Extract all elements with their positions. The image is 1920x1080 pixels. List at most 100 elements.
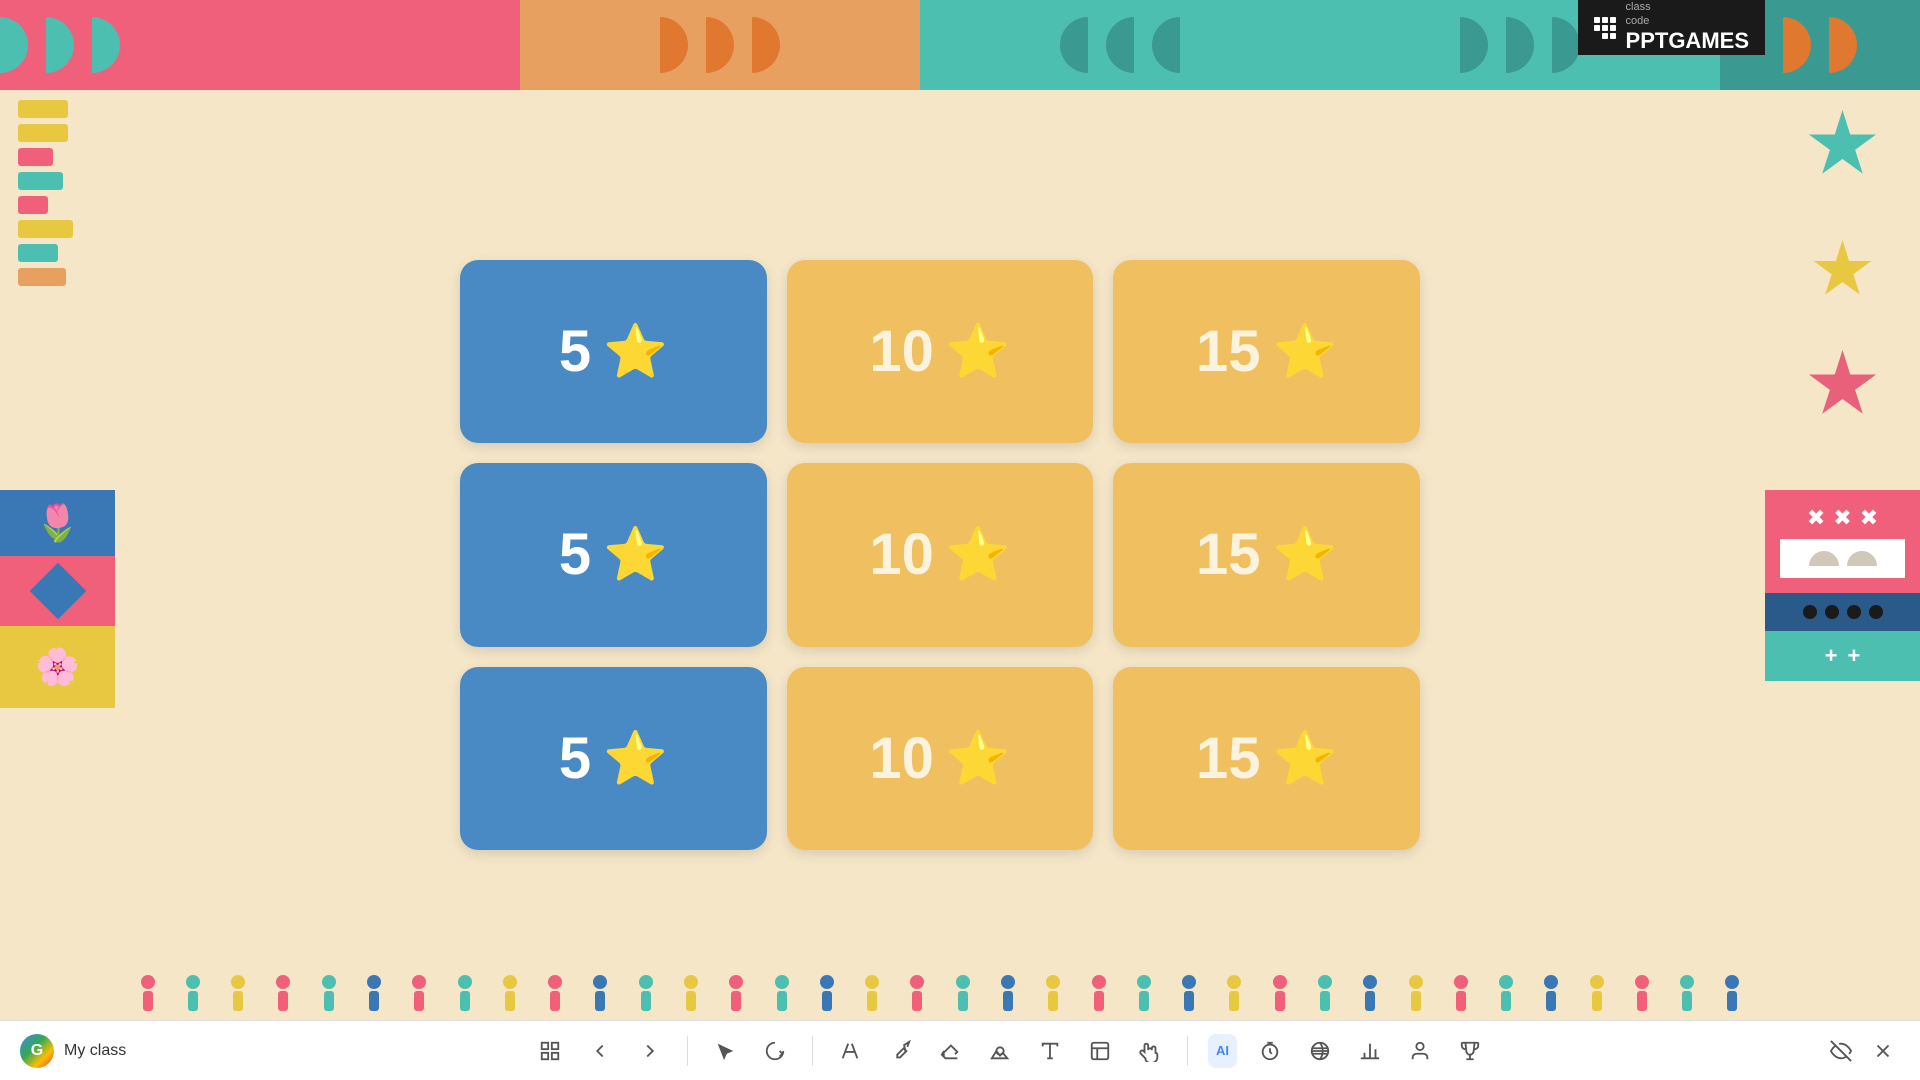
stripe-pink bbox=[18, 148, 53, 166]
person-figure bbox=[133, 975, 162, 1015]
person-figure bbox=[1582, 975, 1611, 1015]
dot bbox=[1847, 605, 1861, 619]
right-pink-section: ✖ ✖ ✖ bbox=[1765, 490, 1920, 593]
person-figure bbox=[1718, 975, 1747, 1015]
person-figure bbox=[314, 975, 343, 1015]
plus-icon: + bbox=[1825, 643, 1838, 669]
card-15-yellow-2[interactable]: 15 ⭐ bbox=[1113, 463, 1420, 646]
card-value: 5 bbox=[559, 725, 591, 792]
grid-view-button[interactable] bbox=[533, 1034, 567, 1068]
my-class-label: My class bbox=[64, 1042, 126, 1060]
card-10-yellow-3[interactable]: 10 ⭐ bbox=[787, 667, 1094, 850]
person-figure bbox=[948, 975, 977, 1015]
star-icon: ⭐ bbox=[1273, 728, 1338, 789]
hand-tool-button[interactable] bbox=[1133, 1034, 1167, 1068]
person-figure bbox=[1627, 975, 1656, 1015]
person-figure bbox=[1310, 975, 1339, 1015]
stripe-peach bbox=[18, 268, 66, 286]
star-icon: ⭐ bbox=[946, 728, 1011, 789]
divider bbox=[812, 1036, 813, 1066]
person-figure bbox=[903, 975, 932, 1015]
top-segment-teal bbox=[920, 0, 1320, 90]
person-figure bbox=[1265, 975, 1294, 1015]
person-figure bbox=[1401, 975, 1430, 1015]
right-half-circles bbox=[1780, 539, 1905, 578]
person-figure bbox=[1356, 975, 1385, 1015]
person-button[interactable] bbox=[1403, 1034, 1437, 1068]
sidebar-yellow-box: 🌸 bbox=[0, 626, 115, 708]
shapes-tool-button[interactable] bbox=[983, 1034, 1017, 1068]
card-5-blue-2[interactable]: 5 ⭐ bbox=[460, 463, 767, 646]
card-15-yellow-3[interactable]: 15 ⭐ bbox=[1113, 667, 1420, 850]
ai-button[interactable]: AI bbox=[1208, 1034, 1237, 1068]
right-panel: ✖ ✖ ✖ + + bbox=[1765, 490, 1920, 681]
card-value: 10 bbox=[869, 521, 934, 588]
card-5-blue-1[interactable]: 5 ⭐ bbox=[460, 260, 767, 443]
back-button[interactable] bbox=[583, 1034, 617, 1068]
timer-button[interactable] bbox=[1253, 1034, 1287, 1068]
card-value: 10 bbox=[869, 318, 934, 385]
card-value: 15 bbox=[1196, 318, 1261, 385]
person-figure bbox=[722, 975, 751, 1015]
hide-button[interactable] bbox=[1824, 1034, 1858, 1068]
person-figure bbox=[541, 975, 570, 1015]
star-icon: ⭐ bbox=[946, 524, 1011, 585]
card-value: 15 bbox=[1196, 521, 1261, 588]
person-figure bbox=[1039, 975, 1068, 1015]
person-figure bbox=[1129, 975, 1158, 1015]
diamond-icon bbox=[29, 563, 86, 620]
person-figure bbox=[1084, 975, 1113, 1015]
close-button[interactable] bbox=[1866, 1034, 1900, 1068]
person-figure bbox=[224, 975, 253, 1015]
person-figure bbox=[269, 975, 298, 1015]
logo-text: classcode PPTGAMES bbox=[1626, 1, 1749, 53]
pen-tool-button[interactable] bbox=[883, 1034, 917, 1068]
taskbar: G My class bbox=[0, 1020, 1920, 1080]
chart-button[interactable] bbox=[1353, 1034, 1387, 1068]
star-icon: ⭐ bbox=[1273, 524, 1338, 585]
card-10-yellow-1[interactable]: 10 ⭐ bbox=[787, 260, 1094, 443]
star-icon: ⭐ bbox=[603, 321, 668, 382]
taskbar-left: G My class bbox=[20, 1034, 220, 1068]
cards-grid: 5 ⭐ 10 ⭐ 15 ⭐ 5 ⭐ 10 ⭐ 15 ⭐ 5 ⭐ 10 bbox=[460, 260, 1420, 850]
cross-icon: ✖ bbox=[1860, 505, 1878, 531]
forward-button[interactable] bbox=[633, 1034, 667, 1068]
card-value: 5 bbox=[559, 318, 591, 385]
divider bbox=[687, 1036, 688, 1066]
taskbar-right bbox=[1800, 1034, 1900, 1068]
stripe-yellow bbox=[18, 100, 68, 118]
person-figure bbox=[1446, 975, 1475, 1015]
person-figure bbox=[767, 975, 796, 1015]
note-button[interactable] bbox=[1083, 1034, 1117, 1068]
dot-row bbox=[1803, 605, 1883, 619]
text-tool-button[interactable] bbox=[833, 1034, 867, 1068]
tulip-icon: 🌷 bbox=[35, 505, 80, 541]
eraser-tool-button[interactable] bbox=[933, 1034, 967, 1068]
card-15-yellow-1[interactable]: 15 ⭐ bbox=[1113, 260, 1420, 443]
globe-button[interactable] bbox=[1303, 1034, 1337, 1068]
person-figure bbox=[405, 975, 434, 1015]
trophy-button[interactable] bbox=[1453, 1034, 1487, 1068]
cursor-tool-button[interactable] bbox=[708, 1034, 742, 1068]
text-insert-button[interactable] bbox=[1033, 1034, 1067, 1068]
stripe-teal bbox=[18, 172, 63, 190]
flower-icon: 🌸 bbox=[35, 646, 80, 688]
star-pink-icon bbox=[1808, 350, 1878, 420]
card-5-blue-3[interactable]: 5 ⭐ bbox=[460, 667, 767, 850]
logo-area: classcode PPTGAMES bbox=[1578, 0, 1765, 55]
taskbar-center: AI bbox=[230, 1034, 1790, 1068]
card-value: 10 bbox=[869, 725, 934, 792]
plus-icon: + bbox=[1848, 643, 1861, 669]
card-value: 15 bbox=[1196, 725, 1261, 792]
cross-icon: ✖ bbox=[1833, 505, 1851, 531]
star-icon: ⭐ bbox=[603, 524, 668, 585]
cross-icons-row: ✖ ✖ ✖ bbox=[1780, 505, 1905, 531]
person-figure bbox=[586, 975, 615, 1015]
lasso-tool-button[interactable] bbox=[758, 1034, 792, 1068]
person-figure bbox=[858, 975, 887, 1015]
star-icon: ⭐ bbox=[1273, 321, 1338, 382]
plus-icons-row: + + bbox=[1825, 643, 1861, 669]
card-10-yellow-2[interactable]: 10 ⭐ bbox=[787, 463, 1094, 646]
bottom-bar: .bottom-bar { display: flex; align-items… bbox=[115, 970, 1765, 1020]
dot bbox=[1869, 605, 1883, 619]
